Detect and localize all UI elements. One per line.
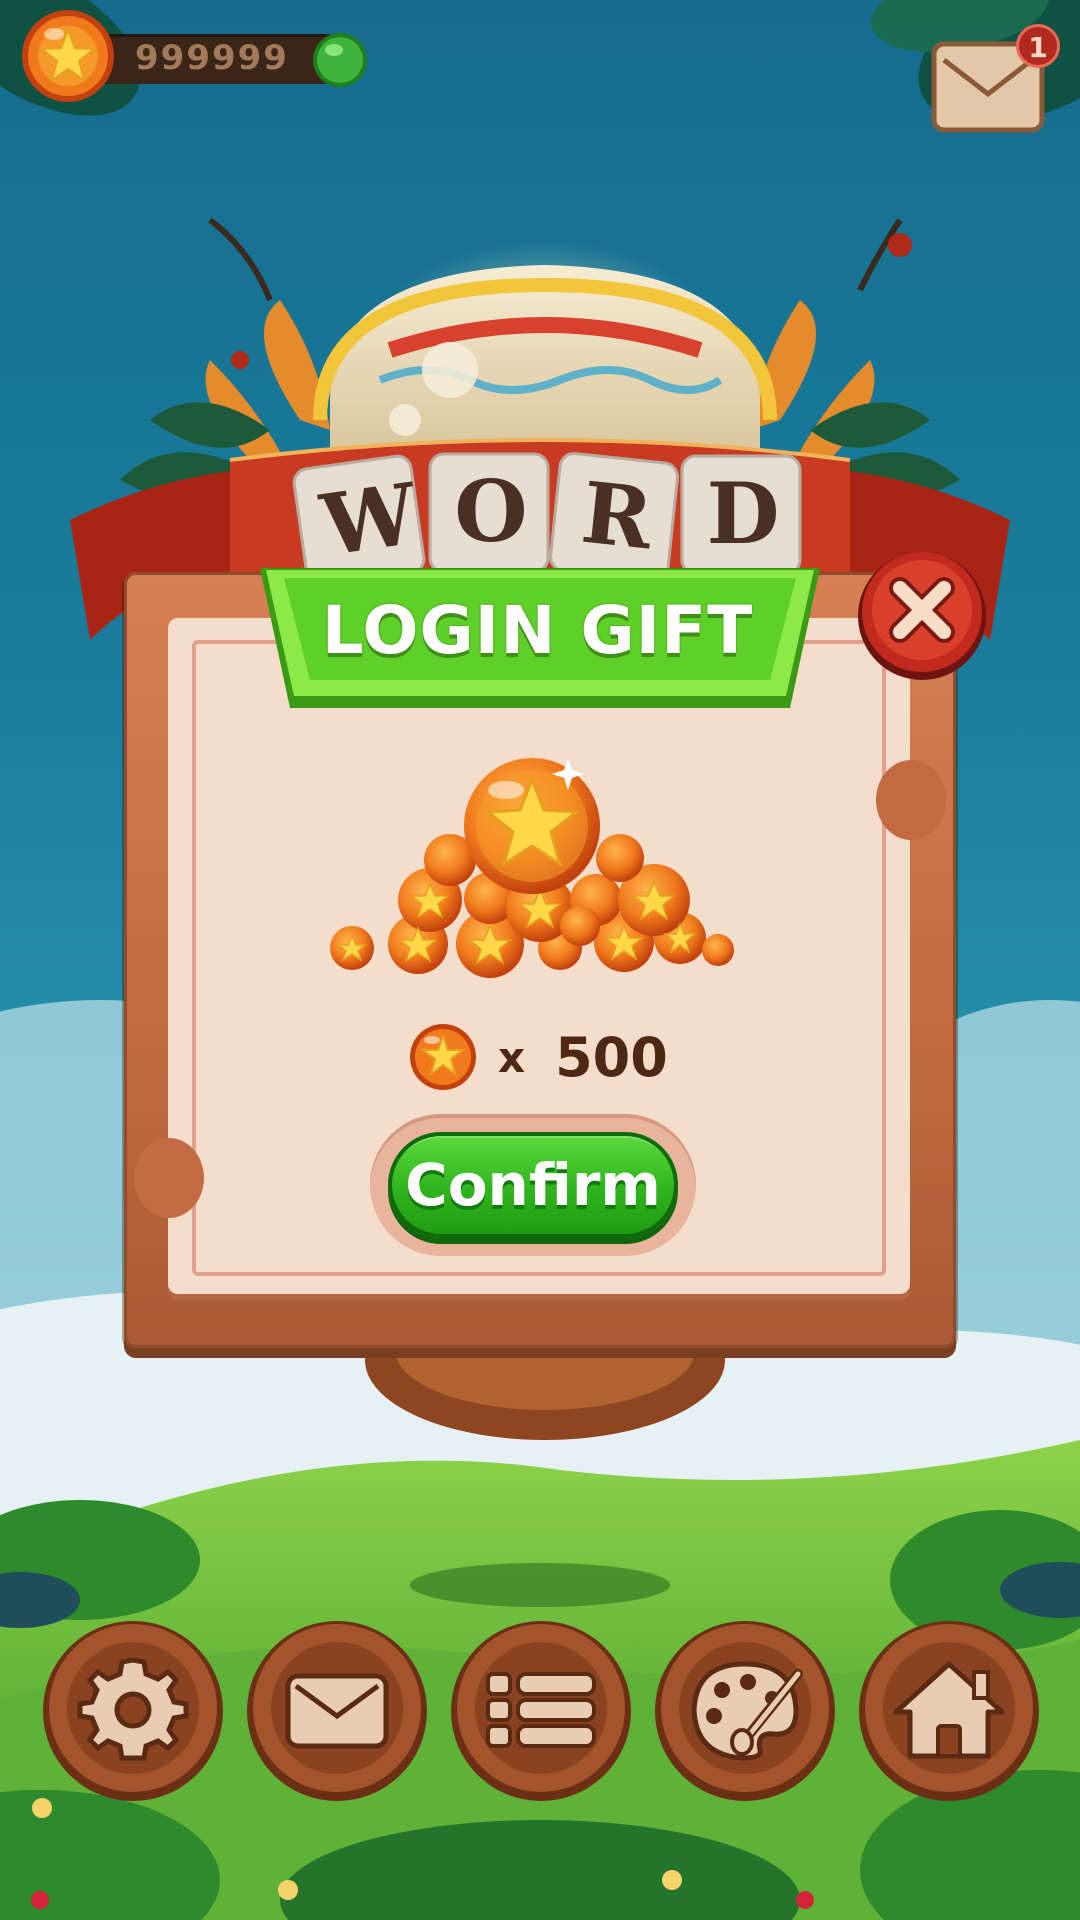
add-currency-button[interactable] (312, 32, 368, 88)
reward-row: x 500 (408, 1022, 668, 1092)
dialog-notch-right (876, 760, 946, 840)
dialog-notch-left (134, 1138, 204, 1218)
star-coin-icon (410, 1024, 476, 1090)
reward-amount: 500 (555, 1025, 668, 1089)
logo-letter: W (315, 463, 423, 576)
currency-bar: 999999 (20, 8, 370, 104)
logo-letter: D (706, 464, 780, 563)
foreground-flowers (31, 1798, 814, 1909)
star-coin-icon (22, 10, 114, 102)
dialog-title: LOGIN GIFT (321, 592, 754, 669)
logo-letter: R (577, 462, 657, 569)
game-screen: W O R D 999999 1 LOGIN GIFT x 500 Confir… (0, 0, 1080, 1920)
logo-letter: O (454, 462, 528, 561)
confirm-label: Confirm (405, 1151, 661, 1219)
close-button[interactable] (856, 550, 988, 682)
game-logo: W O R D (290, 448, 810, 588)
currency-value: 999999 (135, 38, 289, 78)
mail-button[interactable]: 1 (930, 24, 1060, 136)
confirm-button[interactable]: Confirm (388, 1132, 678, 1238)
coin-pile-icon (330, 758, 734, 978)
close-icon (889, 577, 955, 643)
reward-multiplier: x (498, 1032, 526, 1082)
mail-badge: 1 (1016, 24, 1060, 68)
